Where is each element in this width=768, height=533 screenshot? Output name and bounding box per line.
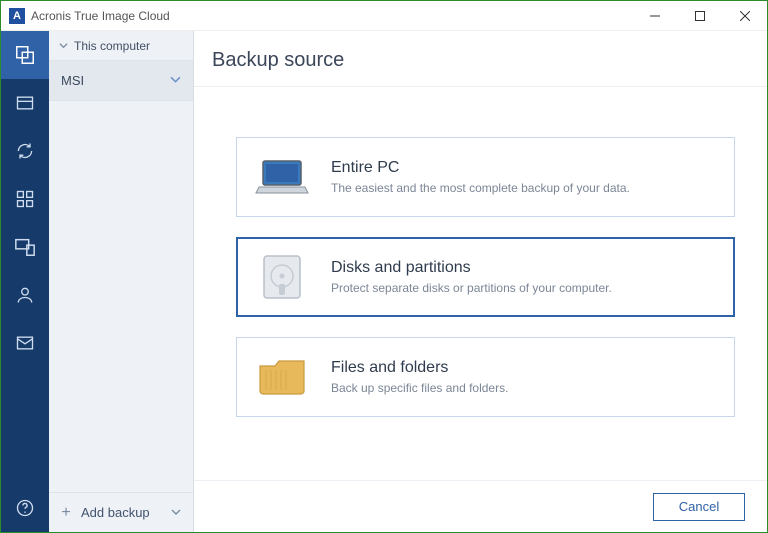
option-text: Disks and partitions Protect separate di…: [331, 259, 612, 295]
mail-icon: [15, 333, 35, 353]
backup-list-body: [49, 101, 193, 492]
title-bar: A Acronis True Image Cloud: [1, 1, 767, 31]
option-title: Disks and partitions: [331, 259, 612, 277]
close-button[interactable]: [722, 1, 767, 30]
close-icon: [740, 11, 750, 21]
backup-list-panel: This computer MSI + Add backup: [49, 31, 194, 532]
nav-dashboard[interactable]: [1, 175, 49, 223]
maximize-icon: [695, 11, 705, 21]
minimize-icon: [650, 11, 660, 21]
window-controls: [632, 1, 767, 30]
laptop-icon: [255, 154, 309, 200]
backup-list-header-label: This computer: [74, 39, 150, 53]
nav-help[interactable]: [1, 484, 49, 532]
dashboard-icon: [15, 189, 35, 209]
nav-feedback[interactable]: [1, 319, 49, 367]
devices-icon: [14, 236, 36, 258]
folder-icon: [255, 354, 309, 400]
sync-icon: [15, 141, 35, 161]
nav-archive[interactable]: [1, 79, 49, 127]
app-icon: A: [9, 8, 25, 24]
plus-icon: +: [57, 504, 75, 522]
app-body: This computer MSI + Add backup Backup so…: [1, 31, 767, 532]
add-backup-label: Add backup: [81, 505, 150, 520]
option-disks-partitions[interactable]: Disks and partitions Protect separate di…: [236, 237, 735, 317]
nav-backup[interactable]: [1, 31, 49, 79]
option-files-folders[interactable]: Files and folders Back up specific files…: [236, 337, 735, 417]
chevron-down-icon: [170, 73, 181, 88]
archive-icon: [15, 93, 35, 113]
window-title: Acronis True Image Cloud: [31, 9, 632, 23]
app-window: A Acronis True Image Cloud: [0, 0, 768, 533]
backup-list-header[interactable]: This computer: [49, 31, 193, 61]
source-options: Entire PC The easiest and the most compl…: [194, 87, 767, 480]
cancel-label: Cancel: [679, 499, 719, 514]
option-desc: The easiest and the most complete backup…: [331, 181, 630, 195]
main-footer: Cancel: [194, 480, 767, 532]
maximize-button[interactable]: [677, 1, 722, 30]
chevron-down-icon: [171, 507, 181, 517]
cancel-button[interactable]: Cancel: [653, 493, 745, 521]
option-entire-pc[interactable]: Entire PC The easiest and the most compl…: [236, 137, 735, 217]
user-icon: [15, 285, 35, 305]
option-text: Entire PC The easiest and the most compl…: [331, 159, 630, 195]
page-title: Backup source: [212, 49, 767, 72]
option-desc: Protect separate disks or partitions of …: [331, 281, 612, 295]
nav-sync[interactable]: [1, 127, 49, 175]
disk-icon: [255, 254, 309, 300]
backup-item-label: MSI: [61, 73, 84, 88]
main-panel: Backup source Entire PC The easiest and …: [194, 31, 767, 532]
nav-devices[interactable]: [1, 223, 49, 271]
option-title: Files and folders: [331, 359, 508, 377]
main-header: Backup source: [194, 31, 767, 87]
option-desc: Back up specific files and folders.: [331, 381, 508, 395]
nav-account[interactable]: [1, 271, 49, 319]
collapse-icon: [59, 39, 68, 53]
option-text: Files and folders Back up specific files…: [331, 359, 508, 395]
backup-icon: [14, 44, 36, 66]
minimize-button[interactable]: [632, 1, 677, 30]
nav-rail: [1, 31, 49, 532]
add-backup-button[interactable]: + Add backup: [49, 492, 193, 532]
help-icon: [15, 498, 35, 518]
backup-item-msi[interactable]: MSI: [49, 61, 193, 101]
option-title: Entire PC: [331, 159, 630, 177]
add-backup-dropdown[interactable]: [167, 505, 185, 520]
